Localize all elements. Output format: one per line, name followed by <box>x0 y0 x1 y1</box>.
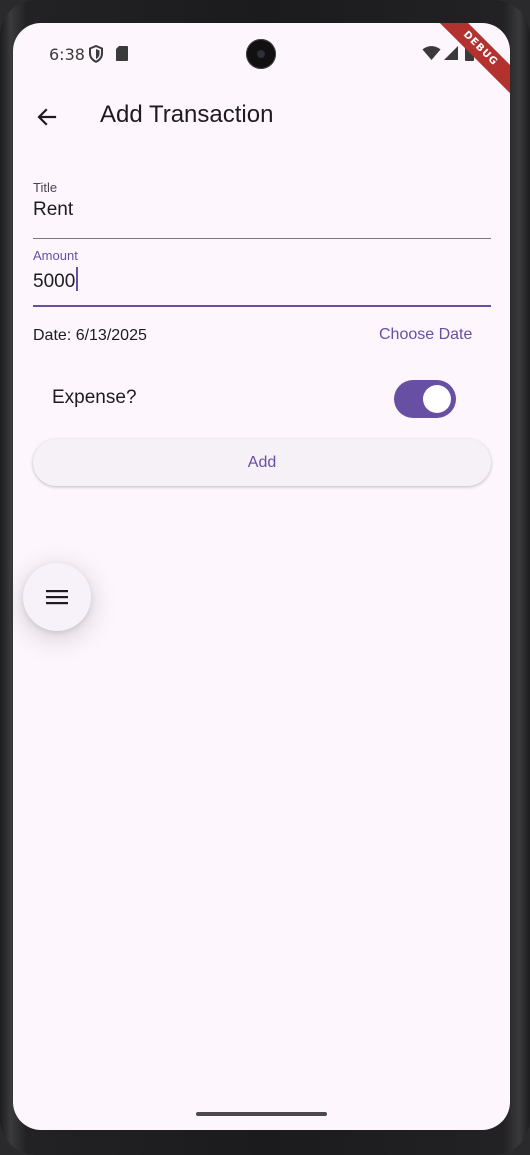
sd-card-icon <box>115 45 129 66</box>
page-title: Add Transaction <box>100 101 274 128</box>
choose-date-button[interactable]: Choose Date <box>367 320 484 350</box>
title-field-label: Title <box>33 180 58 195</box>
front-camera <box>246 39 276 69</box>
wifi-icon <box>422 45 441 65</box>
amount-field-input[interactable]: 5000 <box>33 267 491 293</box>
menu-fab[interactable] <box>23 563 91 631</box>
device-frame: 6:38 DEBUG Add Transaction Title Rent Am… <box>0 0 530 1155</box>
arrow-left-icon <box>37 108 57 126</box>
title-field[interactable]: Title Rent <box>33 180 491 240</box>
title-field-underline <box>33 238 491 239</box>
shield-icon <box>88 44 104 67</box>
selected-date: Date: 6/13/2025 <box>33 327 147 344</box>
expense-label: Expense? <box>52 387 137 408</box>
amount-field-underline <box>33 305 491 307</box>
cell-signal-icon <box>443 45 459 65</box>
amount-field[interactable]: Amount 5000 <box>33 248 491 308</box>
expense-switch-thumb <box>423 385 451 413</box>
menu-icon <box>46 590 68 605</box>
status-time: 6:38 <box>49 45 85 64</box>
expense-switch[interactable] <box>394 380 456 418</box>
screen: 6:38 DEBUG Add Transaction Title Rent Am… <box>13 23 510 1130</box>
amount-field-label: Amount <box>33 248 78 263</box>
add-button[interactable]: Add <box>33 439 491 486</box>
amount-field-value: 5000 <box>33 271 76 292</box>
text-cursor <box>76 267 79 291</box>
home-indicator[interactable] <box>196 1112 327 1116</box>
title-field-value[interactable]: Rent <box>33 199 491 221</box>
back-button[interactable] <box>29 99 65 135</box>
